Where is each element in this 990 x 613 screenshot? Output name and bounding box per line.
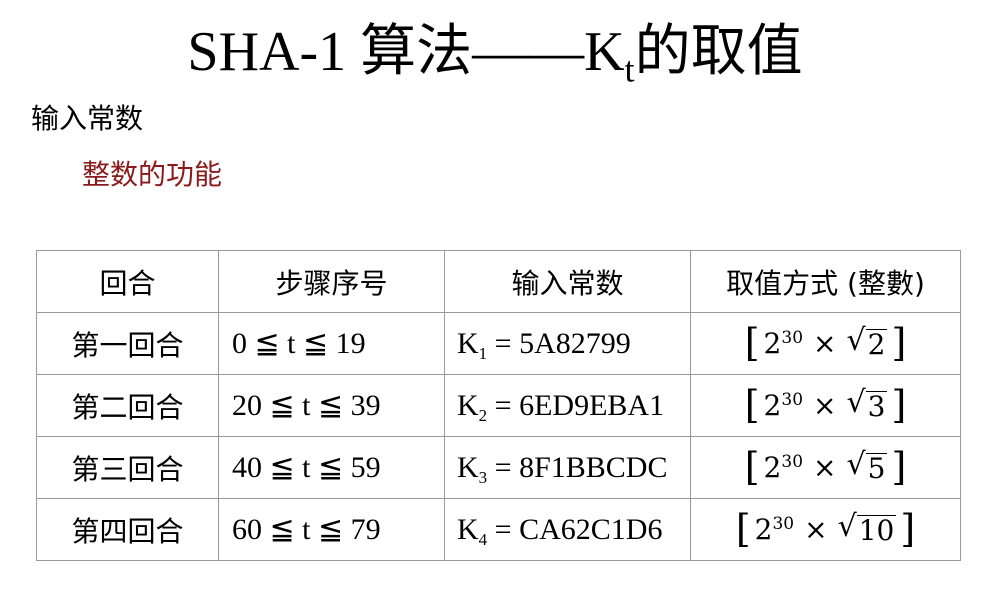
range-cell: 20 ≦ t ≦ 39: [218, 374, 445, 437]
right-floor-bracket-icon: ]: [891, 321, 907, 365]
constant-k: K: [457, 388, 479, 422]
constant-cell: K4 = CA62C1D6: [444, 498, 691, 561]
sqrt-expression: √ 3: [846, 384, 888, 423]
range-cell: 60 ≦ t ≦ 79: [218, 498, 445, 561]
title-suffix: 的取值: [634, 21, 803, 83]
right-floor-bracket-icon: ]: [891, 383, 907, 427]
constant-subscript: 3: [478, 467, 488, 487]
method-cell: [ 230 × √ 5 ]: [690, 436, 961, 499]
sqrt-expression: √ 2: [846, 322, 888, 361]
header-method: 取值方式 (整數): [690, 250, 961, 313]
title-subscript: t: [624, 49, 635, 90]
table-row: 第二回合 20 ≦ t ≦ 39 K2 = 6ED9EBA1 [ 230 × √…: [36, 374, 961, 437]
constant-cell: K1 = 5A82799: [444, 312, 691, 375]
table-header-row: 回合 步骤序号 输入常数 取值方式 (整數): [36, 250, 961, 313]
header-constant: 输入常数: [444, 250, 691, 313]
left-floor-bracket-icon: [: [744, 321, 760, 365]
right-floor-bracket-icon: ]: [900, 507, 916, 551]
sqrt-expression: √ 10: [837, 508, 897, 547]
header-step: 步骤序号: [218, 250, 445, 313]
left-floor-bracket-icon: [: [744, 383, 760, 427]
page-title: SHA-1 算法——Kt的取值: [0, 14, 990, 90]
constant-value: = 8F1BBCDC: [487, 450, 668, 484]
radicand: 2: [865, 327, 888, 361]
constant-k: K: [457, 450, 479, 484]
times-symbol: ×: [813, 388, 837, 422]
round-cell: 第一回合: [36, 312, 219, 375]
power-base: 2: [763, 388, 782, 422]
constant-value: = CA62C1D6: [487, 512, 663, 546]
constant-value: = 5A82799: [487, 326, 631, 360]
range-cell: 40 ≦ t ≦ 59: [218, 436, 445, 499]
table-row: 第四回合 60 ≦ t ≦ 79 K4 = CA62C1D6 [ 230 × √…: [36, 498, 961, 561]
radical-icon: √: [846, 322, 866, 358]
constant-cell: K3 = 8F1BBCDC: [444, 436, 691, 499]
constant-subscript: 4: [478, 529, 488, 549]
radical-icon: √: [846, 384, 866, 420]
round-cell: 第二回合: [36, 374, 219, 437]
radicand: 5: [865, 451, 888, 485]
range-cell: 0 ≦ t ≦ 19: [218, 312, 445, 375]
radicand: 3: [865, 389, 888, 423]
radical-icon: √: [837, 508, 857, 544]
power-base: 2: [763, 326, 782, 360]
right-floor-bracket-icon: ]: [891, 445, 907, 489]
section-heading: 输入常数: [31, 102, 144, 135]
radical-icon: √: [846, 446, 866, 482]
title-main: SHA-1 算法——K: [187, 21, 625, 83]
times-symbol: ×: [804, 512, 828, 546]
constant-subscript: 1: [478, 343, 488, 363]
method-cell: [ 230 × √ 2 ]: [690, 312, 961, 375]
radicand: 10: [856, 513, 897, 547]
table-row: 第一回合 0 ≦ t ≦ 19 K1 = 5A82799 [ 230 × √ 2 …: [36, 312, 961, 375]
constant-value: = 6ED9EBA1: [487, 388, 665, 422]
sqrt-expression: √ 5: [846, 446, 888, 485]
power-exponent: 30: [772, 513, 795, 534]
round-cell: 第三回合: [36, 436, 219, 499]
constant-k: K: [457, 512, 479, 546]
method-cell: [ 230 × √ 3 ]: [690, 374, 961, 437]
table-row: 第三回合 40 ≦ t ≦ 59 K3 = 8F1BBCDC [ 230 × √…: [36, 436, 961, 499]
section-subheading: 整数的功能: [82, 158, 223, 191]
power-base: 2: [763, 450, 782, 484]
power-exponent: 30: [781, 389, 804, 410]
kt-table: 回合 步骤序号 输入常数 取值方式 (整數) 第一回合 0 ≦ t ≦ 19 K…: [36, 250, 961, 561]
power-exponent: 30: [781, 327, 804, 348]
power-exponent: 30: [781, 451, 804, 472]
header-round: 回合: [36, 250, 219, 313]
times-symbol: ×: [813, 450, 837, 484]
left-floor-bracket-icon: [: [744, 445, 760, 489]
times-symbol: ×: [813, 326, 837, 360]
method-cell: [ 230 × √ 10 ]: [690, 498, 961, 561]
constant-cell: K2 = 6ED9EBA1: [444, 374, 691, 437]
left-floor-bracket-icon: [: [735, 507, 751, 551]
power-base: 2: [754, 512, 773, 546]
constant-k: K: [457, 326, 479, 360]
round-cell: 第四回合: [36, 498, 219, 561]
constant-subscript: 2: [478, 405, 488, 425]
